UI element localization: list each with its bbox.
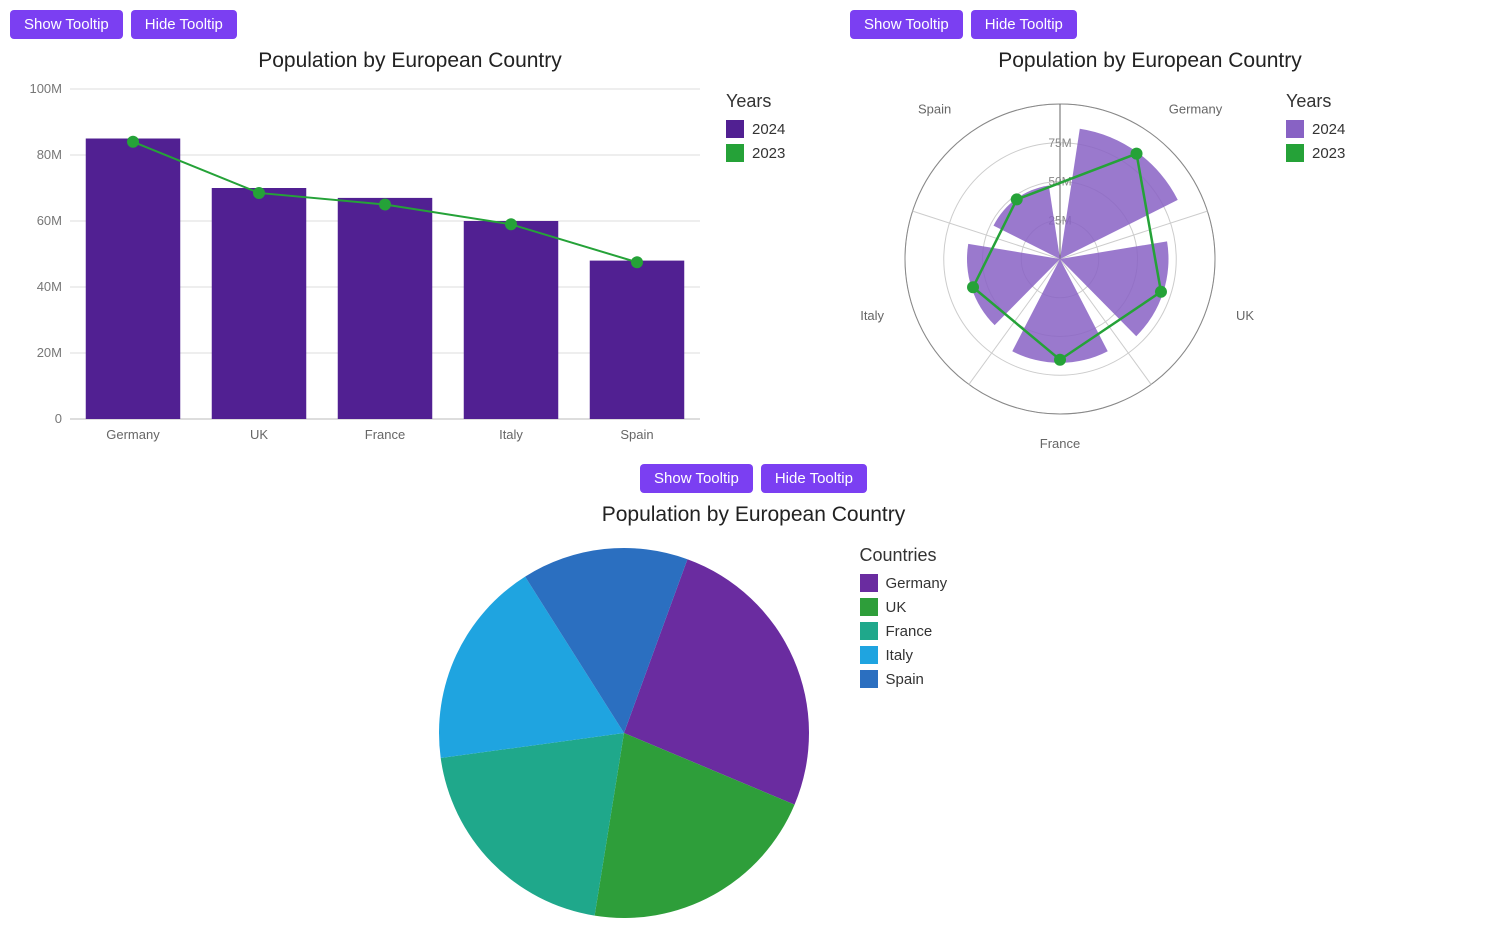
- polar-chart-plot: 25M50M75MGermanyUKFranceItalySpain: [850, 79, 1270, 454]
- svg-text:UK: UK: [1236, 308, 1254, 323]
- show-tooltip-button[interactable]: Show Tooltip: [640, 464, 753, 493]
- legend-swatch: [1286, 120, 1304, 138]
- pie-chart-title: Population by European Country: [404, 503, 1104, 527]
- legend-swatch: [860, 646, 878, 664]
- hide-tooltip-button[interactable]: Hide Tooltip: [131, 10, 237, 39]
- legend-item-italy[interactable]: Italy: [860, 646, 948, 664]
- legend-label: Spain: [886, 671, 924, 688]
- svg-text:UK: UK: [250, 427, 268, 442]
- legend-item-2024[interactable]: 2024: [1286, 120, 1345, 138]
- legend-swatch: [860, 598, 878, 616]
- svg-text:France: France: [365, 427, 405, 442]
- polar-chart-panel: Show Tooltip Hide Tooltip Population by …: [850, 10, 1450, 454]
- svg-text:Germany: Germany: [106, 427, 160, 442]
- bar-chart-button-row: Show Tooltip Hide Tooltip: [10, 10, 810, 39]
- legend-item-2023[interactable]: 2023: [726, 144, 785, 162]
- svg-text:Spain: Spain: [918, 101, 951, 116]
- legend-swatch: [726, 120, 744, 138]
- svg-text:Spain: Spain: [620, 427, 653, 442]
- legend-title: Years: [1286, 91, 1345, 112]
- hide-tooltip-button[interactable]: Hide Tooltip: [971, 10, 1077, 39]
- polar-chart-button-row: Show Tooltip Hide Tooltip: [850, 10, 1450, 39]
- bar-chart-plot: 0 20M 40M 60M 80M 100M Germany UK France Italy Spa…: [10, 79, 710, 454]
- pie-chart-panel: Show Tooltip Hide Tooltip Population by …: [404, 464, 1104, 938]
- svg-text:20M: 20M: [37, 345, 62, 360]
- hide-tooltip-button[interactable]: Hide Tooltip: [761, 464, 867, 493]
- bar-chart-panel: Show Tooltip Hide Tooltip Population by …: [10, 10, 810, 454]
- legend-title: Years: [726, 91, 785, 112]
- legend-label: Italy: [886, 647, 914, 664]
- legend-swatch: [1286, 144, 1304, 162]
- show-tooltip-button[interactable]: Show Tooltip: [10, 10, 123, 39]
- pie-chart-legend: Countries Germany UK France Italy Spain: [844, 533, 948, 694]
- legend-title: Countries: [860, 545, 948, 566]
- legend-item-spain[interactable]: Spain: [860, 670, 948, 688]
- svg-text:100M: 100M: [29, 81, 62, 96]
- legend-item-uk[interactable]: UK: [860, 598, 948, 616]
- svg-text:France: France: [1040, 436, 1080, 449]
- svg-text:Germany: Germany: [1169, 101, 1223, 116]
- svg-text:Italy: Italy: [860, 308, 884, 323]
- svg-text:60M: 60M: [37, 213, 62, 228]
- legend-label: 2023: [1312, 145, 1345, 162]
- svg-text:75M: 75M: [1048, 136, 1071, 150]
- legend-item-france[interactable]: France: [860, 622, 948, 640]
- pie-chart-button-row: Show Tooltip Hide Tooltip: [404, 464, 1104, 493]
- legend-label: 2024: [1312, 121, 1345, 138]
- legend-swatch: [860, 670, 878, 688]
- legend-label: France: [886, 623, 933, 640]
- bar-chart-title: Population by European Country: [10, 49, 810, 73]
- svg-text:40M: 40M: [37, 279, 62, 294]
- polar-chart-legend: Years 2024 2023: [1270, 79, 1345, 168]
- legend-item-2023[interactable]: 2023: [1286, 144, 1345, 162]
- bar-chart-legend: Years 2024 2023: [710, 79, 785, 168]
- legend-label: 2023: [752, 145, 785, 162]
- svg-text:80M: 80M: [37, 147, 62, 162]
- svg-text:0: 0: [55, 411, 62, 426]
- legend-item-germany[interactable]: Germany: [860, 574, 948, 592]
- pie-chart-plot: [404, 533, 844, 938]
- legend-label: Germany: [886, 575, 948, 592]
- polar-chart-title: Population by European Country: [850, 49, 1450, 73]
- legend-swatch: [860, 574, 878, 592]
- legend-label: 2024: [752, 121, 785, 138]
- svg-text:Italy: Italy: [499, 427, 523, 442]
- legend-label: UK: [886, 599, 907, 616]
- show-tooltip-button[interactable]: Show Tooltip: [850, 10, 963, 39]
- legend-swatch: [726, 144, 744, 162]
- legend-item-2024[interactable]: 2024: [726, 120, 785, 138]
- legend-swatch: [860, 622, 878, 640]
